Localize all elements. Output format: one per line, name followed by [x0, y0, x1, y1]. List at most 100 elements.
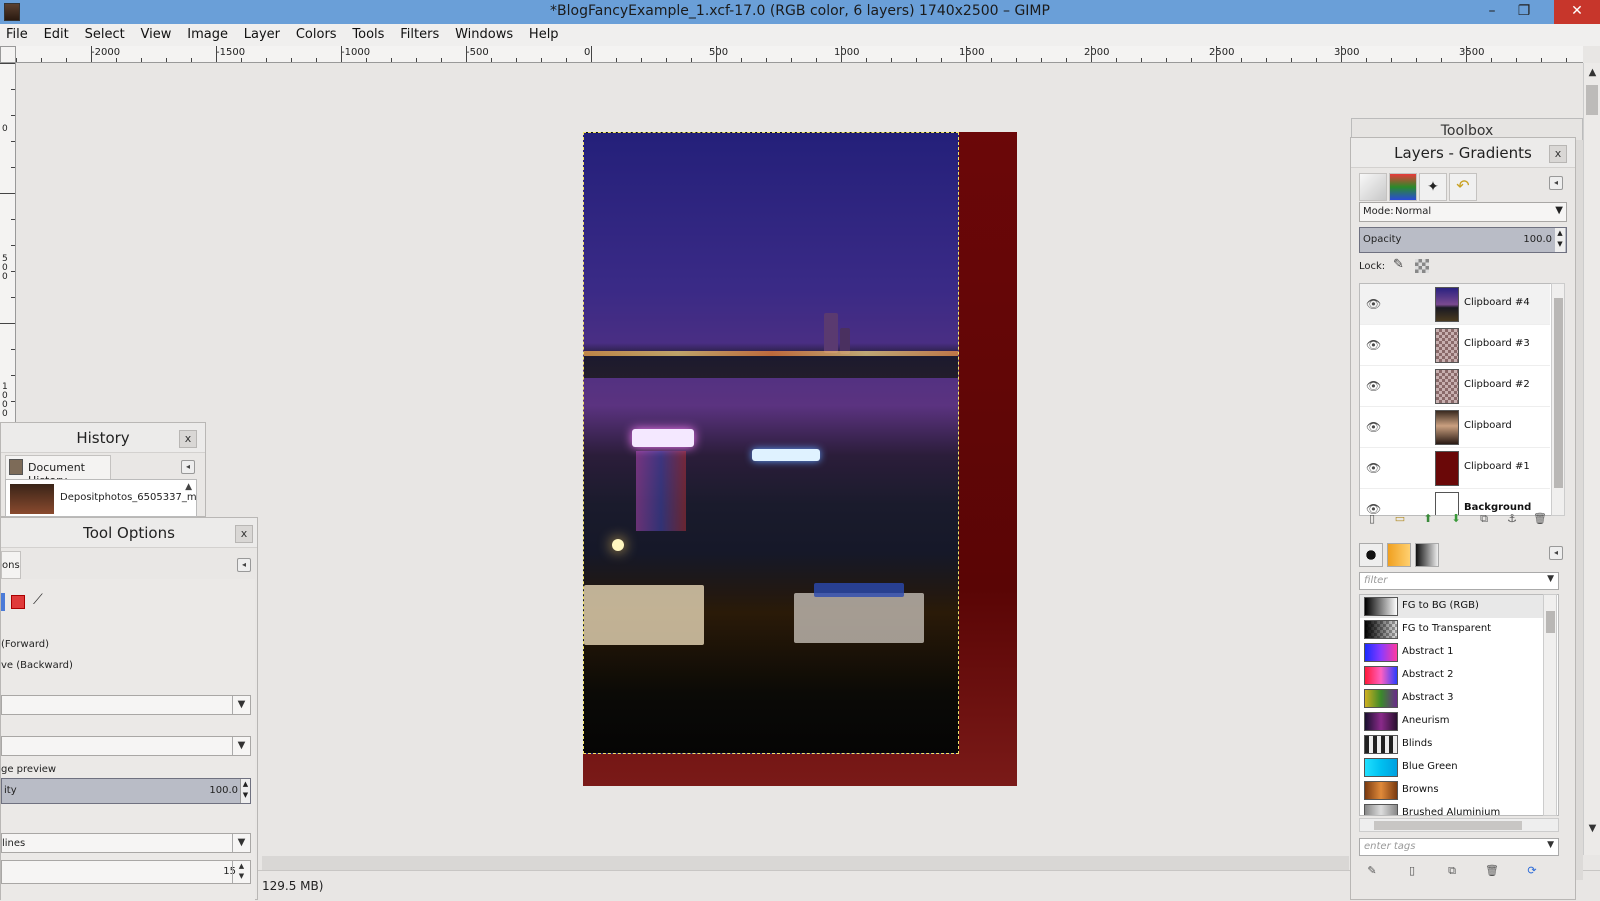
lock-pixels-brush-icon[interactable]: ✎: [1393, 257, 1404, 272]
list-item[interactable]: Aneurism: [1360, 710, 1544, 733]
layer-list-scrollbar[interactable]: [1551, 283, 1565, 516]
new-gradient-icon[interactable]: ▯: [1403, 862, 1421, 880]
layers-panel-menu-icon[interactable]: ◂: [1549, 176, 1563, 190]
list-scroll-up-icon[interactable]: ▲: [185, 482, 192, 492]
history-panel-menu-icon[interactable]: ◂: [181, 460, 195, 474]
duplicate-layer-icon[interactable]: ⧉: [1475, 510, 1493, 528]
list-item[interactable]: FG to Transparent: [1360, 618, 1544, 641]
menu-select[interactable]: Select: [79, 24, 131, 42]
spin-arrows-icon[interactable]: ▲ ▼: [1555, 228, 1565, 252]
spin-entry[interactable]: 15 ▲ ▼: [1, 860, 251, 884]
close-button[interactable]: ✕: [1554, 0, 1600, 24]
menu-tools[interactable]: Tools: [346, 24, 390, 42]
chevron-down-icon[interactable]: ▼: [1555, 205, 1563, 216]
delete-layer-icon[interactable]: 🗑: [1531, 510, 1549, 528]
visibility-eye-icon[interactable]: 👁: [1366, 338, 1381, 352]
menu-file[interactable]: File: [0, 24, 34, 42]
direction-forward-label[interactable]: (Forward): [1, 639, 49, 650]
edit-gradient-icon[interactable]: ✎: [1363, 862, 1381, 880]
raise-layer-icon[interactable]: ⬆: [1419, 510, 1437, 528]
tab-channels[interactable]: [1389, 173, 1417, 201]
opacity-slider[interactable]: ity 100.0 ▲ ▼: [1, 778, 251, 804]
tab-patterns[interactable]: [1387, 543, 1411, 567]
horizontal-ruler[interactable]: -2000 -1500 -1000 -500 0 500 1000 1500 2…: [16, 46, 1583, 63]
gradient-list-scrollbar[interactable]: [1543, 594, 1557, 816]
tab-undo[interactable]: ↶: [1449, 173, 1477, 201]
layer-opacity-slider[interactable]: Opacity 100.0 ▲ ▼: [1359, 227, 1567, 253]
image-preview-label[interactable]: ge preview: [1, 764, 56, 775]
list-item[interactable]: Blue Green: [1360, 756, 1544, 779]
list-item[interactable]: Blinds: [1360, 733, 1544, 756]
delete-gradient-icon[interactable]: 🗑: [1483, 862, 1501, 880]
restore-button[interactable]: ❐: [1508, 0, 1540, 24]
scrollbar-thumb[interactable]: [1554, 298, 1563, 488]
menu-view[interactable]: View: [135, 24, 178, 42]
ruler-corner-button[interactable]: [0, 46, 16, 63]
new-layer-icon[interactable]: ▯: [1363, 510, 1381, 528]
gradient-tags-input[interactable]: enter tags ▼: [1359, 838, 1559, 856]
menu-image[interactable]: Image: [181, 24, 234, 42]
canvas-vertical-scrollbar[interactable]: ▲ ▼: [1583, 63, 1600, 855]
tab-document-history[interactable]: Document History: [5, 455, 111, 487]
anchor-layer-icon[interactable]: ⚓: [1503, 510, 1521, 528]
visibility-eye-icon[interactable]: 👁: [1366, 420, 1381, 434]
history-list[interactable]: Depositphotos_6505337_m ▲: [5, 479, 197, 517]
minimize-button[interactable]: –: [1476, 0, 1508, 24]
visibility-eye-icon[interactable]: 👁: [1366, 379, 1381, 393]
tool-combo-1[interactable]: ▼: [1, 695, 251, 715]
layer-list[interactable]: 👁 Clipboard #4 👁 Clipboard #3 👁 Clipboar…: [1359, 283, 1559, 516]
lower-layer-icon[interactable]: ⬇: [1447, 510, 1465, 528]
menu-help[interactable]: Help: [523, 24, 565, 42]
tool-options-close-button[interactable]: x: [235, 525, 253, 543]
lock-alpha-checker-icon[interactable]: [1415, 259, 1429, 273]
refresh-gradients-icon[interactable]: ⟳: [1523, 862, 1541, 880]
chevron-down-icon[interactable]: ▼: [1547, 840, 1554, 850]
list-item[interactable]: Browns: [1360, 779, 1544, 802]
gradient-filter-input[interactable]: filter ▼: [1359, 572, 1559, 590]
scroll-up-icon[interactable]: ▲: [1584, 67, 1600, 78]
duplicate-gradient-icon[interactable]: ⧉: [1443, 862, 1461, 880]
menu-windows[interactable]: Windows: [449, 24, 519, 42]
scroll-down-icon[interactable]: ▼: [1584, 823, 1600, 834]
menu-layer[interactable]: Layer: [238, 24, 286, 42]
tool-options-menu-icon[interactable]: ◂: [237, 558, 251, 572]
list-item[interactable]: FG to BG (RGB): [1360, 595, 1544, 618]
list-item[interactable]: Abstract 1: [1360, 641, 1544, 664]
scrollbar-thumb[interactable]: [1546, 611, 1555, 633]
tab-paths[interactable]: ✦: [1419, 173, 1447, 201]
menu-colors[interactable]: Colors: [290, 24, 343, 42]
chevron-down-icon[interactable]: ▼: [232, 737, 250, 755]
layer-row[interactable]: 👁 Clipboard: [1360, 407, 1550, 448]
scrollbar-thumb[interactable]: [1374, 821, 1522, 830]
list-item[interactable]: Brushed Aluminium: [1360, 802, 1544, 815]
path-curve-icon[interactable]: ⟋: [33, 592, 47, 608]
canvas-horizontal-scrollbar[interactable]: [262, 856, 1349, 870]
list-item[interactable]: Abstract 3: [1360, 687, 1544, 710]
gradient-list-hscrollbar[interactable]: [1359, 818, 1559, 832]
tab-tool-options[interactable]: ons: [1, 551, 21, 579]
layer-row[interactable]: 👁 Clipboard #4: [1360, 284, 1550, 325]
gradient-list[interactable]: FG to BG (RGB) FG to Transparent Abstrac…: [1359, 594, 1559, 816]
scrollbar-thumb[interactable]: [1586, 85, 1598, 115]
layer-mode-combo[interactable]: Mode: Normal ▼: [1359, 202, 1567, 222]
red-square-icon[interactable]: [11, 595, 25, 609]
image-photo-layer[interactable]: [583, 132, 959, 754]
tool-combo-2[interactable]: ▼: [1, 736, 251, 756]
tab-layers[interactable]: [1359, 173, 1387, 201]
spin-arrows-icon[interactable]: ▲ ▼: [240, 779, 250, 803]
chevron-down-icon[interactable]: ▼: [232, 696, 250, 714]
visibility-eye-icon[interactable]: 👁: [1366, 297, 1381, 311]
list-item[interactable]: Abstract 2: [1360, 664, 1544, 687]
history-close-button[interactable]: x: [179, 430, 197, 448]
chevron-down-icon[interactable]: ▼: [1547, 574, 1554, 584]
tool-combo-3[interactable]: lines ▼: [1, 833, 251, 853]
visibility-eye-icon[interactable]: 👁: [1366, 461, 1381, 475]
new-layer-group-icon[interactable]: ▭: [1391, 510, 1409, 528]
menu-edit[interactable]: Edit: [38, 24, 75, 42]
tab-gradients[interactable]: [1415, 543, 1439, 567]
spin-arrows-icon[interactable]: ▲ ▼: [232, 861, 250, 883]
direction-backward-label[interactable]: ve (Backward): [1, 660, 73, 671]
layer-row[interactable]: 👁 Clipboard #3: [1360, 325, 1550, 366]
tab-brushes[interactable]: [1359, 543, 1383, 567]
chevron-down-icon[interactable]: ▼: [232, 834, 250, 852]
